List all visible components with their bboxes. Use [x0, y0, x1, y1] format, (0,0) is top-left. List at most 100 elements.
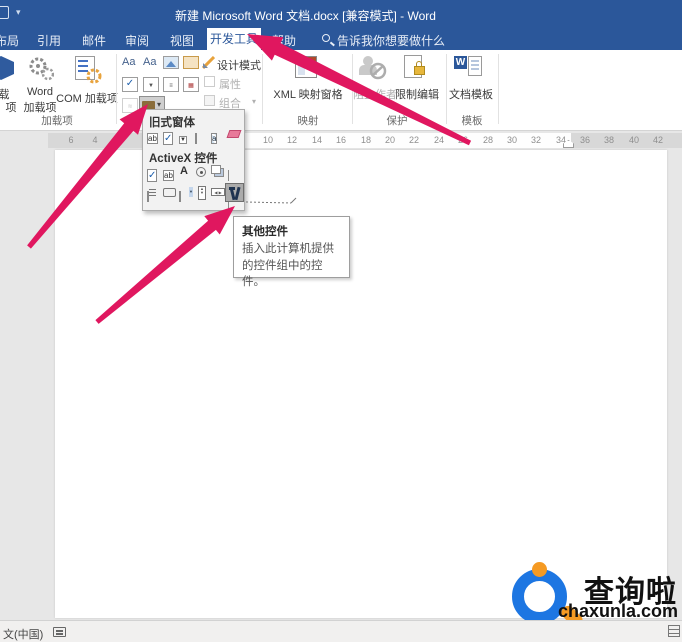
ruler-number: 36	[579, 135, 590, 145]
checkbox-control-button[interactable]: ✓	[122, 77, 138, 92]
form-field-shading-button[interactable]: a	[211, 128, 226, 144]
activex-controls-header: ActiveX 控件	[149, 153, 218, 165]
design-mode-label: 设计模式	[217, 60, 261, 72]
ribbon-developer: 载 项 Word 加载项 COM 加载项 加载项 Aa Aa ✓ ▼ ≡ ▦ ≋…	[0, 50, 682, 131]
ruler-number: 2	[117, 135, 123, 145]
quick-access-caret-icon[interactable]: ▾	[16, 7, 21, 18]
watermark-domain: chaxunla.com	[558, 601, 679, 621]
activex-combobox-button[interactable]: ▼	[179, 186, 194, 202]
protect-group-label: 保护	[386, 115, 408, 127]
group-icon	[204, 95, 215, 106]
properties-label: 属性	[219, 79, 241, 91]
building-block-gallery-button[interactable]	[183, 56, 199, 69]
ruler-number: 18	[360, 135, 371, 145]
activex-spin-button[interactable]: ▲▼	[228, 165, 243, 210]
tab-layout[interactable]: 布局	[0, 32, 19, 49]
group-button[interactable]: 组合 ▾	[204, 94, 262, 110]
tab-review[interactable]: 审阅	[125, 32, 149, 49]
quick-access-save-icon[interactable]	[0, 6, 9, 19]
document-template-label: 文档模板	[449, 89, 493, 101]
more-controls-button[interactable]	[228, 186, 243, 201]
tab-help[interactable]: 帮助	[272, 32, 296, 49]
xml-mapping-label: XML 映射窗格	[273, 89, 343, 101]
group-separator	[498, 54, 499, 124]
activex-listbox-button[interactable]	[147, 186, 162, 202]
watermark-logo-dot-icon	[532, 562, 547, 577]
tell-me-search[interactable]: 告诉我你想要做什么	[337, 32, 445, 49]
checkbox-form-field-button[interactable]: ✓	[163, 128, 178, 145]
insert-frame-button[interactable]	[195, 128, 210, 144]
status-language[interactable]: 文(中国)	[3, 626, 43, 642]
combo-box-control-button[interactable]: ▼	[143, 77, 159, 92]
document-page[interactable]	[55, 150, 667, 618]
restrict-editing-button[interactable]: 限制编辑	[392, 54, 442, 116]
repeating-section-control-button[interactable]: ≋	[122, 98, 138, 113]
properties-button[interactable]: 属性	[204, 75, 262, 91]
ruler-number: 10	[262, 135, 273, 145]
group-separator	[116, 54, 117, 124]
group-caret-icon: ▾	[252, 97, 257, 106]
tab-developer[interactable]: 开发工具	[207, 28, 261, 50]
design-mode-icon	[202, 56, 215, 69]
ruler-number: 14	[311, 135, 322, 145]
ruler-number: 42	[652, 135, 663, 145]
reset-form-fields-eraser-icon[interactable]	[226, 130, 243, 145]
tab-view[interactable]: 视图	[170, 32, 194, 49]
rich-text-control-button[interactable]: Aa	[122, 56, 135, 68]
restrict-editing-label: 限制编辑	[395, 89, 439, 101]
status-grid-icon[interactable]	[668, 625, 680, 637]
activex-textbox-button[interactable]: ab	[163, 165, 178, 181]
date-picker-control-button[interactable]: ▦	[183, 77, 199, 92]
addins-group-label: 加载项	[41, 115, 73, 127]
block-authors-prohibit-icon	[369, 62, 387, 80]
ruler-number: 4	[92, 135, 98, 145]
dropdown-form-field-button[interactable]: ▼	[179, 128, 194, 144]
activex-label-button[interactable]: A	[180, 165, 195, 180]
legacy-tools-caret-icon: ▾	[157, 100, 162, 109]
activex-checkbox-button[interactable]: ✓	[147, 165, 162, 182]
xml-mapping-pane-button[interactable]: XML 映射窗格	[266, 54, 350, 116]
word-addins-gears-icon	[29, 57, 54, 81]
templates-group-label: 模板	[461, 115, 483, 127]
title-bar: ▾ 新建 Microsoft Word 文档.docx [兼容模式] - Wor…	[0, 0, 682, 28]
tab-mailings[interactable]: 邮件	[82, 32, 106, 49]
ribbon-tab-row: 布局 引用 邮件 审阅 视图 开发工具 帮助 告诉我你想要做什么	[0, 28, 682, 50]
properties-icon	[204, 76, 215, 87]
tooltip-title: 其他控件	[242, 226, 288, 238]
text-form-field-button[interactable]: ab	[147, 128, 162, 144]
plain-text-control-button[interactable]: Aa	[143, 56, 156, 68]
ruler-number: 22	[408, 135, 419, 145]
document-template-button[interactable]: W 文档模板	[448, 54, 494, 116]
tab-references[interactable]: 引用	[37, 32, 61, 49]
keyboard-input-icon[interactable]	[53, 627, 66, 637]
ruler-number: 12	[286, 135, 297, 145]
word-addins-button[interactable]: Word 加载项	[21, 54, 59, 116]
ruler-number: 20	[384, 135, 395, 145]
com-addins-button[interactable]: COM 加载项	[56, 54, 118, 116]
status-bar: 文(中国)	[0, 620, 682, 642]
block-authors-button[interactable]: 阻止作者	[353, 54, 397, 116]
mapping-group-label: 映射	[297, 115, 319, 127]
activex-option-button[interactable]	[196, 167, 211, 182]
activex-image-button[interactable]	[211, 165, 226, 180]
activex-scrollbar-vertical-button[interactable]: ▲ ▼	[195, 186, 210, 201]
design-mode-button[interactable]: 设计模式	[202, 56, 261, 72]
addins-store-button[interactable]: 载 项	[0, 54, 20, 116]
ruler-number: 28	[482, 135, 493, 145]
group-separator	[262, 54, 263, 124]
search-icon	[322, 34, 330, 42]
ruler-number: 6	[68, 135, 74, 145]
tooltip-body: 插入此计算机提供的控件组中的控件。	[242, 243, 334, 289]
window-title: 新建 Microsoft Word 文档.docx [兼容模式] - Word	[175, 9, 436, 23]
activex-scrollbar-horizontal-button[interactable]: ◀ ▶	[211, 188, 226, 203]
more-controls-tooltip: 其他控件 插入此计算机提供的控件组中的控件。	[233, 216, 350, 288]
legacy-tools-dropdown: 旧式窗体 ab ✓ ▼ a ActiveX 控件 ✓ ab A ▲▼ ▼ ▲▼ …	[142, 109, 245, 211]
picture-control-button[interactable]	[163, 56, 179, 69]
dropdown-list-control-button[interactable]: ≡	[163, 77, 179, 92]
ruler-number: 32	[530, 135, 541, 145]
com-addins-gear-icon	[86, 68, 102, 84]
activex-command-button[interactable]	[163, 188, 178, 203]
ruler-number: 26	[457, 135, 468, 145]
restrict-editing-lock-icon	[414, 66, 425, 75]
addins-store-label-2: 项	[5, 102, 17, 114]
